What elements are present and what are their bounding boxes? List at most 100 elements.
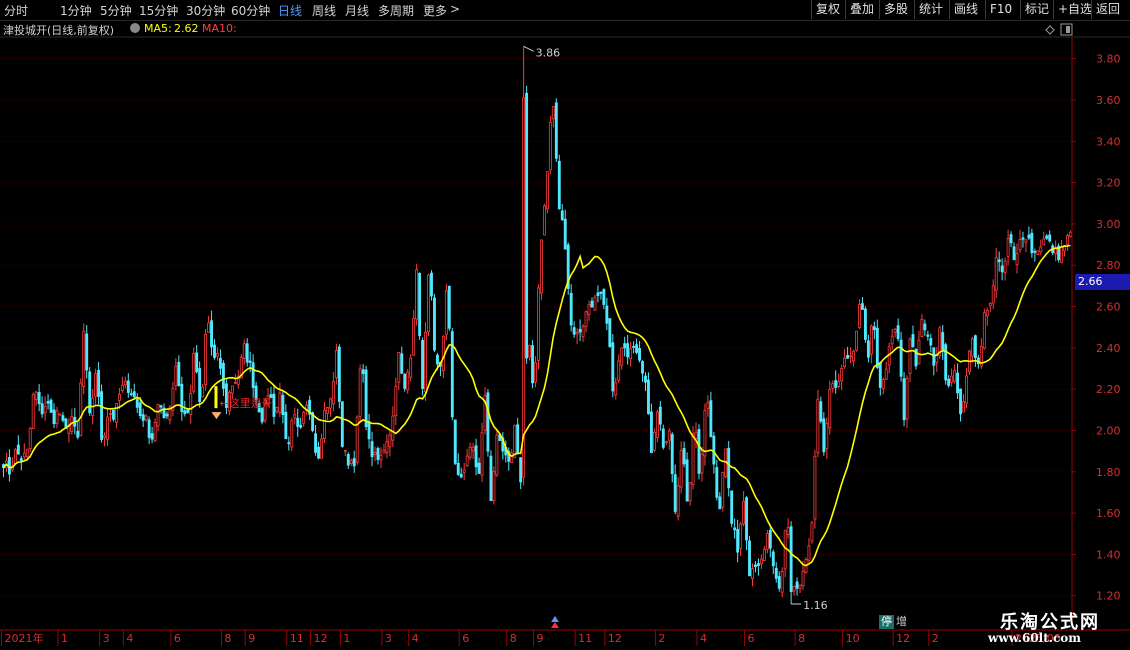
candle-body xyxy=(278,392,282,413)
candle-body xyxy=(16,444,20,455)
candle-body xyxy=(926,334,930,337)
bottom-arrow-blue-icon xyxy=(551,616,559,622)
candle-body xyxy=(132,391,136,398)
candle-body xyxy=(144,415,148,421)
candle-body xyxy=(947,378,951,386)
candle-body xyxy=(1042,238,1046,246)
candle-body xyxy=(46,401,50,404)
candle-body xyxy=(195,352,199,373)
x-tick-label: 8 xyxy=(224,632,231,645)
candle-body xyxy=(614,382,618,396)
candle-body xyxy=(694,431,698,440)
candle-body xyxy=(1003,260,1007,274)
candle-body xyxy=(611,342,615,392)
candle-body xyxy=(409,357,413,378)
candle-body xyxy=(388,434,392,448)
candle-body xyxy=(326,407,329,414)
candle-body xyxy=(771,551,775,567)
candle-body xyxy=(863,308,867,340)
candle-body xyxy=(1027,234,1031,239)
candle-body xyxy=(736,529,740,553)
candle-body xyxy=(272,393,276,417)
candle-body xyxy=(739,523,743,549)
candle-body xyxy=(655,411,659,438)
candle-body xyxy=(881,379,885,389)
x-tick-label: 12 xyxy=(896,632,910,645)
candle-body xyxy=(328,398,332,409)
signal-triangle-icon xyxy=(211,412,222,420)
candle-body xyxy=(1009,234,1013,244)
suspended-badge: 停 xyxy=(879,615,894,629)
candle-body xyxy=(759,558,763,565)
candle-body xyxy=(813,455,817,520)
candle-body xyxy=(58,413,62,416)
candle-body xyxy=(810,522,814,542)
candle-body xyxy=(855,330,858,351)
candle-body xyxy=(819,401,823,422)
candle-body xyxy=(79,382,83,437)
candle-body xyxy=(917,339,921,365)
candle-body xyxy=(569,292,573,326)
candlestick-series xyxy=(2,46,1072,604)
candle-body xyxy=(379,454,383,461)
candle-body xyxy=(55,410,59,424)
candle-body xyxy=(861,303,864,310)
candle-body xyxy=(1012,246,1016,261)
candle-body xyxy=(706,402,710,409)
x-tick-label: 4 xyxy=(700,632,707,645)
candle-body xyxy=(590,300,594,308)
candle-body xyxy=(816,398,820,454)
candle-body xyxy=(1030,232,1034,254)
candle-body xyxy=(682,448,686,465)
price-markers: 3.86 1.16 ←这里是开 xyxy=(211,45,828,612)
candle-body xyxy=(221,362,225,389)
candle-body xyxy=(649,411,653,454)
candle-body xyxy=(647,379,650,415)
candle-body xyxy=(973,335,977,359)
candle-body xyxy=(670,434,674,475)
x-tick-label: 6 xyxy=(462,632,469,645)
candle-body xyxy=(834,380,838,388)
candle-body xyxy=(444,290,448,335)
candle-body xyxy=(177,361,181,386)
current-price-badge: 2.66 xyxy=(1075,274,1130,290)
candle-body xyxy=(525,92,529,359)
candle-body xyxy=(1066,235,1069,245)
candle-body xyxy=(343,450,347,452)
candle-body xyxy=(183,410,187,414)
candle-body xyxy=(599,291,603,294)
candle-body xyxy=(296,417,300,427)
candle-body xyxy=(109,413,112,415)
candle-body xyxy=(433,297,436,351)
candle-body xyxy=(153,422,157,442)
candle-body xyxy=(522,97,526,478)
candle-body xyxy=(965,375,968,404)
candle-body xyxy=(441,335,445,372)
signal-bar xyxy=(214,386,218,409)
x-tick-label: 11 xyxy=(290,632,304,645)
candle-body xyxy=(962,400,965,413)
candle-body xyxy=(751,568,754,579)
candle-body xyxy=(733,527,737,531)
y-tick-label: 2.60 xyxy=(1096,301,1121,314)
candle-body xyxy=(551,106,555,120)
candle-body xyxy=(801,570,805,587)
x-tick-label: 8 xyxy=(798,632,805,645)
candle-body xyxy=(471,446,475,452)
candle-body xyxy=(798,584,802,589)
candle-body xyxy=(920,318,924,337)
candle-body xyxy=(908,338,912,375)
x-tick-label: 1 xyxy=(343,632,350,645)
candle-body xyxy=(28,427,32,449)
candle-body xyxy=(34,391,38,400)
candle-body xyxy=(233,381,237,384)
candle-body xyxy=(712,435,716,465)
y-tick-label: 3.40 xyxy=(1096,135,1121,148)
candle-body xyxy=(349,460,353,464)
candle-body xyxy=(679,450,683,488)
candle-body xyxy=(911,334,915,347)
candle-body xyxy=(584,311,588,327)
candle-body xyxy=(1006,238,1010,257)
candle-body xyxy=(632,345,636,348)
high-price-pointer xyxy=(523,45,534,52)
